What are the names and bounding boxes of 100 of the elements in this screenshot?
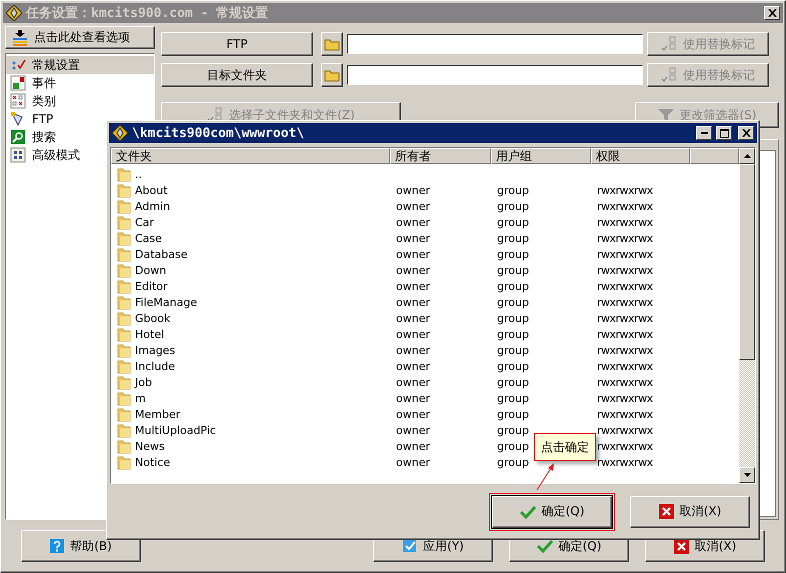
folder-name: Car (135, 216, 154, 228)
window-title: 任务设置：kmcits900.com - 常规设置 (26, 5, 270, 22)
field-button[interactable]: FTP (161, 32, 313, 56)
folder-icon (117, 358, 131, 374)
group-text: group (497, 296, 529, 308)
owner-text: owner (396, 408, 430, 420)
app-icon (6, 5, 22, 21)
close-button[interactable] (764, 6, 780, 20)
folder-name: News (135, 440, 165, 452)
folder-icon (324, 68, 340, 82)
input-field[interactable] (347, 65, 643, 85)
nav-item[interactable]: 类别 (6, 92, 154, 110)
swap-icon (661, 67, 677, 83)
browse-button[interactable] (321, 63, 343, 87)
scroll-thumb[interactable] (739, 164, 755, 360)
folder-name: Include (135, 360, 176, 372)
callout-arrow (535, 463, 557, 491)
column-header[interactable]: 文件夹 (111, 148, 390, 164)
folder-icon (117, 454, 131, 470)
folder-icon (117, 310, 131, 326)
owner-text: owner (396, 392, 430, 404)
folder-icon (117, 246, 131, 262)
field-button[interactable]: 目标文件夹 (161, 63, 313, 87)
permissions-text: rwxrwxrwx (597, 312, 653, 324)
folder-name: .. (135, 168, 142, 180)
permissions-text: rwxrwxrwx (597, 424, 653, 436)
folder-icon (117, 374, 131, 390)
dialog-title: \kmcits900com\wwwroot\ (132, 126, 306, 140)
nav-item[interactable]: 常规设置 (6, 56, 154, 74)
permissions-text: rwxrwxrwx (597, 264, 653, 276)
folder-name: FileManage (135, 296, 198, 308)
owner-text: owner (396, 328, 430, 340)
permissions-text: rwxrwxrwx (597, 216, 653, 228)
close-button[interactable] (738, 126, 754, 140)
owner-text: owner (396, 344, 430, 356)
folder-name: Editor (135, 280, 168, 292)
folder-icon (324, 38, 340, 50)
owner-text: owner (396, 456, 430, 468)
owner-text: owner (396, 424, 430, 436)
dialog-button[interactable]: 确定(Q) (492, 496, 612, 528)
folder-icon (117, 406, 131, 422)
folder-name: Gbook (135, 312, 170, 324)
permissions-text: rwxrwxrwx (597, 184, 653, 196)
permissions-text: rwxrwxrwx (597, 440, 653, 452)
maximize-icon (720, 128, 728, 138)
folder-name: m (135, 392, 146, 404)
group-text: group (497, 248, 529, 260)
list-icon (12, 30, 28, 46)
up-arrow-icon (744, 154, 750, 158)
footer-button[interactable]: 帮助(B) (21, 530, 141, 562)
minimize-button[interactable] (696, 126, 712, 140)
input-field[interactable] (347, 34, 643, 54)
owner-text: owner (396, 296, 430, 308)
permissions-text: rwxrwxrwx (597, 408, 653, 420)
folder-name: Member (135, 408, 180, 420)
nav-item[interactable]: 事件 (6, 74, 154, 92)
folder-name: MultiUploadPic (135, 424, 216, 436)
search-icon (10, 129, 26, 145)
group-text: group (497, 440, 529, 452)
permissions-text: rwxrwxrwx (597, 280, 653, 292)
folder-icon (117, 342, 131, 358)
group-text: group (497, 328, 529, 340)
owner-text: owner (396, 248, 430, 260)
owner-text: owner (396, 440, 430, 452)
group-text: group (497, 392, 529, 404)
swap-icon (207, 107, 224, 123)
grid-icon (10, 93, 26, 109)
nav-item[interactable]: FTP (6, 110, 154, 128)
owner-text: owner (396, 232, 430, 244)
folder-name: Notice (135, 456, 170, 468)
maximize-button[interactable] (716, 126, 732, 140)
column-header[interactable]: 用户组 (491, 148, 591, 164)
column-header[interactable]: 所有者 (390, 148, 491, 164)
folder-name: Database (135, 248, 188, 260)
owner-text: owner (396, 216, 430, 228)
scroll-down-button[interactable] (739, 467, 755, 483)
permissions-text: rwxrwxrwx (597, 360, 653, 372)
owner-text: owner (396, 312, 430, 324)
permissions-text: rwxrwxrwx (597, 344, 653, 356)
group-text: group (497, 312, 529, 324)
folder-icon (117, 294, 131, 310)
check-icon (520, 504, 536, 518)
group-text: group (497, 280, 529, 292)
options-button[interactable]: 点击此处查看选项 (5, 26, 155, 49)
folder-name: Down (135, 264, 166, 276)
browse-button[interactable] (321, 32, 343, 56)
folder-icon (117, 198, 131, 214)
group-text: group (497, 184, 529, 196)
folder-icon (117, 166, 131, 182)
folder-icon (117, 214, 131, 230)
scroll-up-button[interactable] (739, 148, 755, 164)
group-text: group (497, 424, 529, 436)
help-icon (50, 539, 64, 553)
group-text: group (497, 216, 529, 228)
column-header[interactable]: 权限 (591, 148, 690, 164)
permissions-text: rwxrwxrwx (597, 200, 653, 212)
folder-name: Images (135, 344, 176, 356)
column-header[interactable] (690, 148, 739, 164)
callout-note: 点击确定 (534, 433, 596, 461)
dialog-button[interactable]: 取消(X) (630, 496, 750, 528)
